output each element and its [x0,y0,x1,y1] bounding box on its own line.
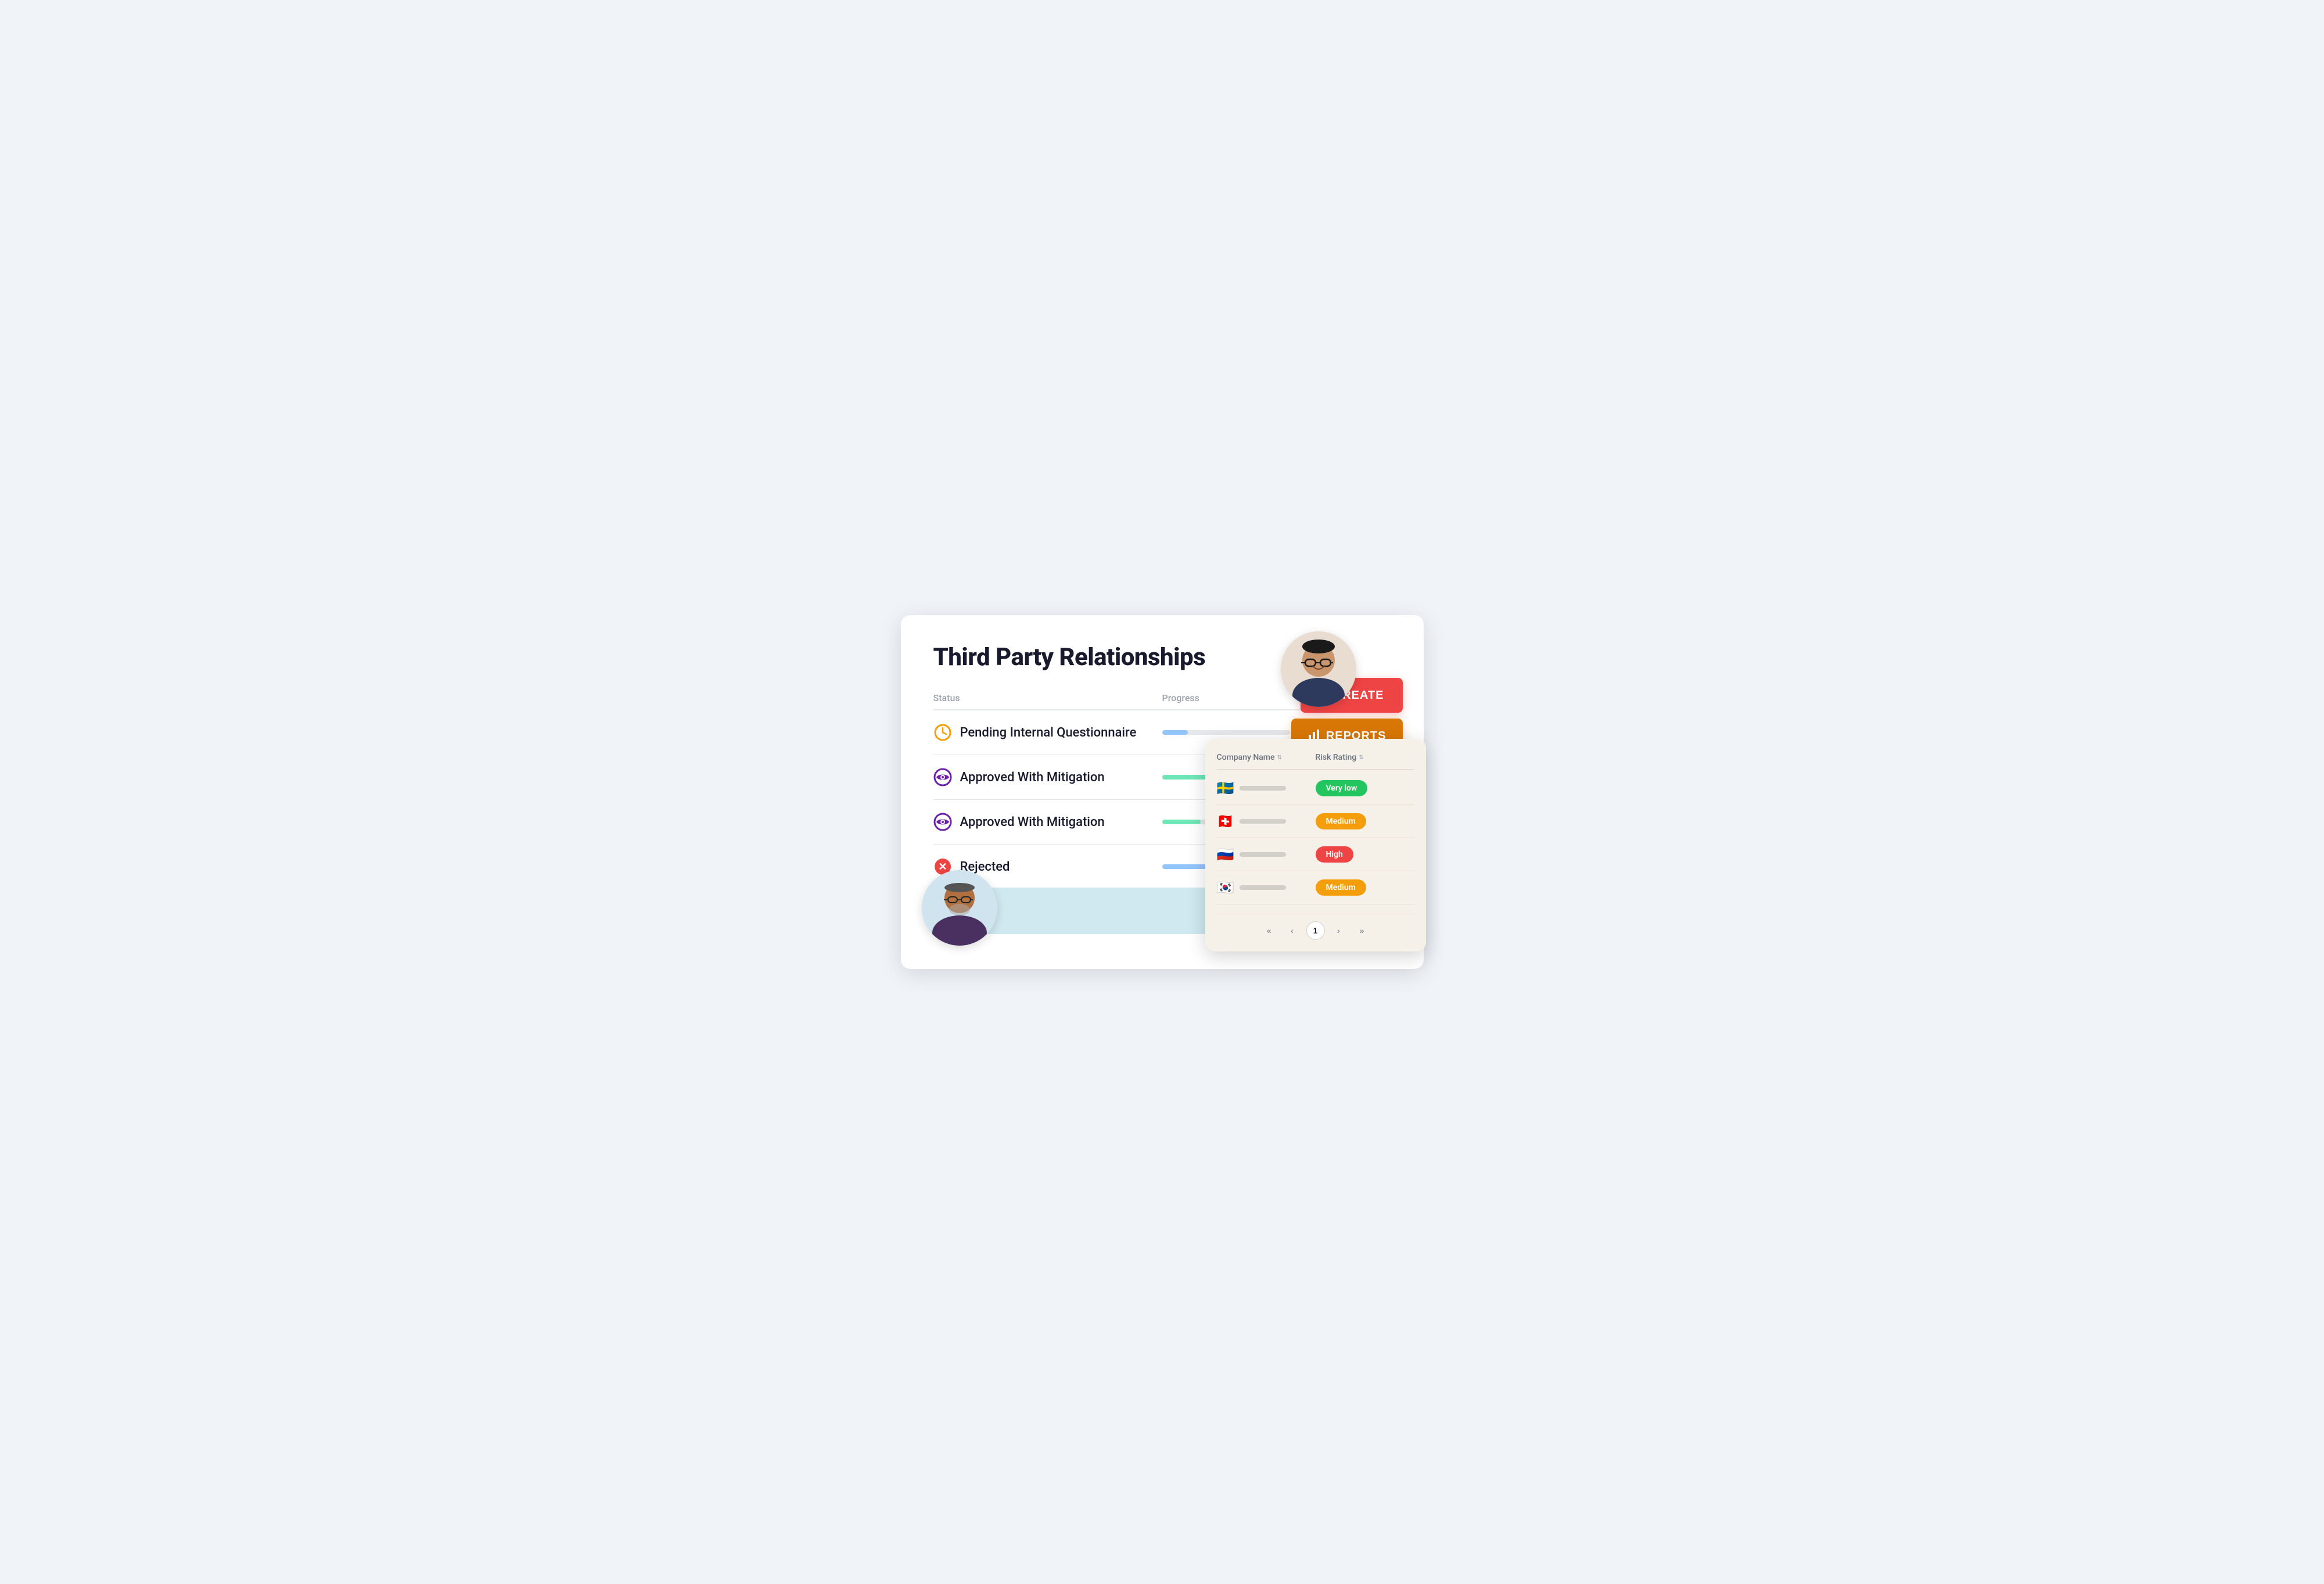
floating-table: Company Name ⇅ Risk Rating ⇅ 🇸🇪 Very low [1205,739,1426,951]
risk-badge: High [1316,846,1353,863]
progress-bar-fill [1162,820,1201,824]
pagination: « ‹ 1 › » [1217,914,1414,940]
risk-badge: Medium [1316,879,1366,896]
avatar-bottom-left [922,870,997,946]
risk-badge-cell: Medium [1316,813,1414,829]
status-column-header: Status [933,692,1162,703]
risk-rating-column-header: Risk Rating ⇅ [1316,753,1414,762]
risk-badge: Very low [1316,780,1368,796]
company-cell: 🇸🇪 [1217,780,1316,796]
clock-icon [933,723,952,742]
current-page-button[interactable]: 1 [1306,921,1325,940]
flag-icon: 🇰🇷 [1217,879,1234,896]
status-label: Pending Internal Questionnaire [960,725,1137,740]
prev-page-button[interactable]: ‹ [1283,921,1302,940]
risk-badge-cell: Very low [1316,780,1414,796]
status-label: Approved With Mitigation [960,770,1105,785]
company-cell: 🇨🇭 [1217,813,1316,829]
flag-icon: 🇨🇭 [1217,813,1234,829]
status-label: Approved With Mitigation [960,815,1105,829]
svg-text:✕: ✕ [938,861,947,872]
flag-icon: 🇷🇺 [1217,846,1234,863]
company-cell: 🇰🇷 [1217,879,1316,896]
company-name-bar [1240,885,1286,890]
main-card: + CREATE REPORTS Third Party Relationshi… [901,615,1424,969]
status-cell: Approved With Mitigation [933,768,1162,786]
list-item[interactable]: 🇸🇪 Very low [1217,772,1414,805]
floating-table-header: Company Name ⇅ Risk Rating ⇅ [1217,753,1414,770]
status-cell: Approved With Mitigation [933,813,1162,831]
list-item[interactable]: 🇷🇺 High [1217,838,1414,871]
last-page-button[interactable]: » [1353,921,1371,940]
company-name-column-header: Company Name ⇅ [1217,753,1316,762]
flag-icon: 🇸🇪 [1217,780,1234,796]
list-item[interactable]: 🇨🇭 Medium [1217,805,1414,838]
avatar-top-right [1281,631,1356,707]
first-page-button[interactable]: « [1260,921,1278,940]
risk-badge: Medium [1316,813,1366,829]
progress-bar-track [1162,730,1290,735]
company-name-bar [1240,786,1286,791]
list-item[interactable]: 🇰🇷 Medium [1217,871,1414,904]
progress-bar-fill [1162,730,1188,735]
sort-icon: ⇅ [1277,755,1282,761]
eye-icon [933,768,952,786]
sort-icon: ⇅ [1359,755,1363,761]
company-name-bar [1240,819,1286,824]
status-cell: Pending Internal Questionnaire [933,723,1162,742]
company-name-bar [1240,852,1286,857]
company-cell: 🇷🇺 [1217,846,1316,863]
eye-icon [933,813,952,831]
risk-badge-cell: High [1316,846,1414,863]
risk-badge-cell: Medium [1316,879,1414,896]
next-page-button[interactable]: › [1330,921,1348,940]
